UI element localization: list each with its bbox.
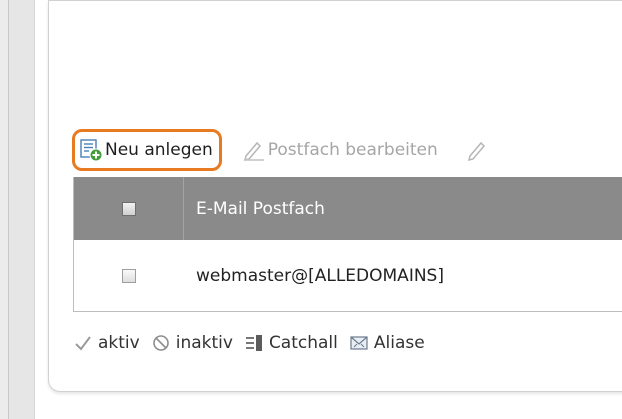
envelope-arrows-icon (350, 334, 368, 352)
row-checkbox[interactable] (122, 268, 136, 283)
row-check-cell (74, 240, 184, 311)
grid-header: E-Mail Postfach (74, 177, 622, 240)
edit-mailbox-button[interactable]: Postfach bearbeiten (234, 131, 446, 169)
legend-catchall-label: Catchall (268, 333, 338, 353)
catchall-icon (245, 334, 263, 352)
toolbar: Neu anlegen Postfach bearbeiten (72, 129, 622, 171)
header-check-cell (74, 177, 184, 240)
legend-aliases-label: Aliase (373, 333, 425, 353)
new-entry-button[interactable]: Neu anlegen (72, 129, 222, 171)
table-row[interactable]: webmaster@[ALLEDOMAINS] (74, 240, 622, 311)
new-entry-icon (79, 138, 103, 162)
side-strip (9, 0, 35, 419)
legend-inactive-label: inaktiv (175, 333, 233, 353)
legend-inactive: inaktiv (152, 333, 233, 353)
pencil-icon (242, 138, 266, 162)
pencil-icon (466, 138, 490, 162)
mailbox-address: webmaster@[ALLEDOMAINS] (196, 265, 444, 286)
column-header-mailbox[interactable]: E-Mail Postfach (184, 199, 325, 219)
legend-active-label: aktiv (98, 333, 140, 353)
legend-aliases: Aliase (350, 333, 425, 353)
status-legend: aktiv inaktiv Catchall Aliase (74, 331, 437, 355)
mailbox-grid: E-Mail Postfach webmaster@[ALLEDOMAINS] (73, 177, 622, 312)
select-all-checkbox[interactable] (121, 201, 136, 216)
legend-active: aktiv (74, 333, 140, 353)
no-entry-icon (152, 334, 170, 352)
checkmark-icon (74, 334, 92, 352)
new-entry-label: Neu anlegen (105, 140, 213, 160)
edit-mailbox-label: Postfach bearbeiten (267, 140, 438, 160)
legend-catchall: Catchall (245, 333, 338, 353)
more-toolbar-button[interactable] (458, 131, 500, 169)
